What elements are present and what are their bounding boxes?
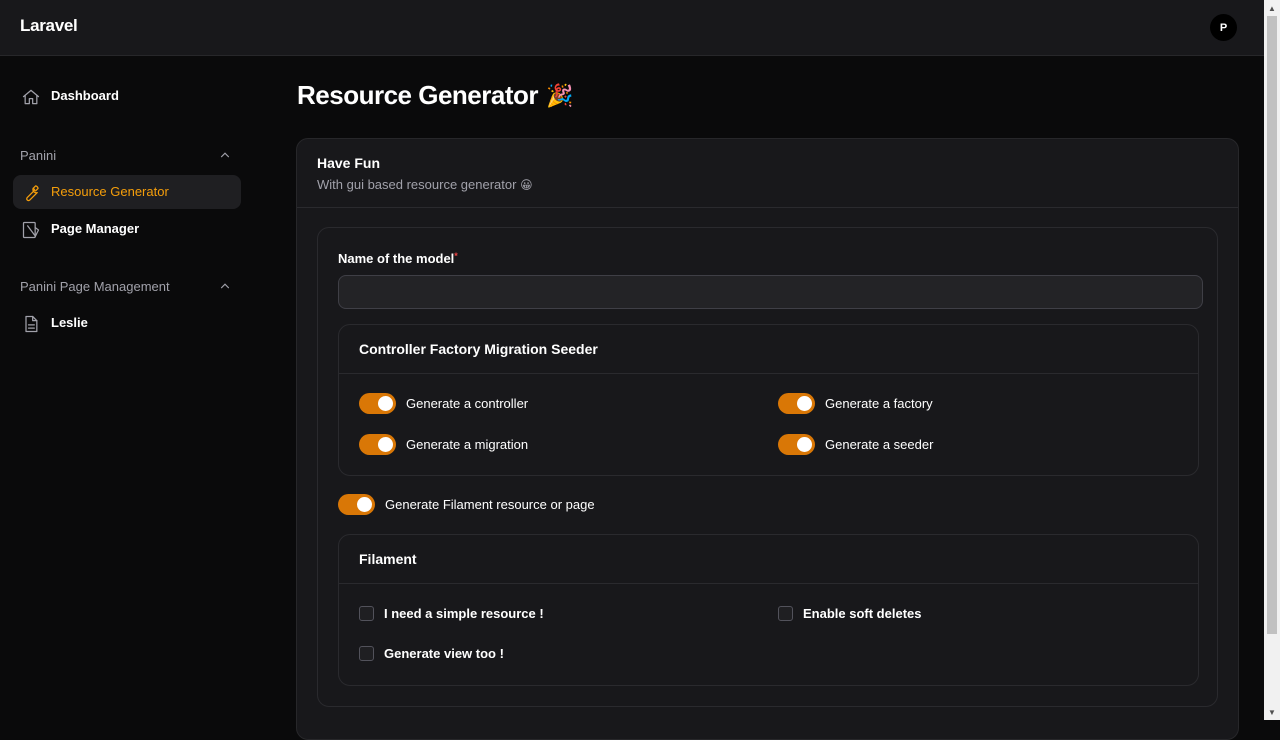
- factory-toggle[interactable]: [778, 393, 815, 414]
- controller-toggle[interactable]: [359, 393, 396, 414]
- chevron-up-icon[interactable]: [218, 148, 232, 162]
- card-description: With gui based resource generator 😀: [317, 177, 533, 192]
- page-scrollbar[interactable]: ▲ ▼: [1264, 0, 1280, 720]
- form-panel: Name of the model* Controller Factory Mi…: [317, 227, 1218, 707]
- toggle-label: Generate a factory: [825, 396, 933, 411]
- required-mark: *: [454, 251, 458, 261]
- soft-deletes-checkbox-row[interactable]: Enable soft deletes: [778, 606, 921, 621]
- seeder-toggle-row[interactable]: Generate a seeder: [778, 434, 933, 455]
- factory-toggle-row[interactable]: Generate a factory: [778, 393, 933, 414]
- model-name-label: Name of the model*: [338, 251, 458, 266]
- sidebar-item-label: Leslie: [51, 315, 88, 330]
- filament-toggle[interactable]: [338, 494, 375, 515]
- card-description-text: With gui based resource generator: [317, 177, 517, 192]
- sidebar-item-label: Page Manager: [51, 221, 140, 236]
- section-header: Filament: [339, 535, 1198, 584]
- toggle-label: Generate a seeder: [825, 437, 934, 452]
- sidebar-group-panini-page-management[interactable]: Panini Page Management: [20, 279, 170, 294]
- checkbox-label: I need a simple resource !: [384, 606, 544, 621]
- sidebar-item-label: Dashboard: [51, 88, 119, 103]
- simple-resource-checkbox-row[interactable]: I need a simple resource !: [359, 606, 544, 621]
- migration-toggle[interactable]: [359, 434, 396, 455]
- smile-icon: 😀: [520, 178, 533, 192]
- controller-toggle-row[interactable]: Generate a controller: [359, 393, 528, 414]
- soft-deletes-checkbox[interactable]: [778, 606, 793, 621]
- page-title: Resource Generator 🎉: [297, 80, 573, 111]
- section-title: Filament: [359, 551, 417, 567]
- filament-section: Filament I need a simple resource ! Enab…: [338, 534, 1199, 686]
- section-header: Controller Factory Migration Seeder: [339, 325, 1198, 374]
- scroll-down-arrow-icon[interactable]: ▼: [1264, 704, 1280, 720]
- home-icon: [22, 89, 40, 105]
- user-avatar[interactable]: P: [1210, 14, 1237, 41]
- card-title: Have Fun: [317, 155, 381, 171]
- top-bar: Laravel P: [0, 0, 1264, 56]
- toggle-label: Generate a migration: [406, 437, 529, 452]
- document-icon: [25, 315, 38, 333]
- card-header: Have Fun With gui based resource generat…: [297, 139, 1238, 208]
- toggle-label: Generate a controller: [406, 396, 529, 411]
- brand-logo[interactable]: Laravel: [20, 16, 78, 36]
- model-name-label-text: Name of the model: [338, 251, 455, 266]
- cfms-section: Controller Factory Migration Seeder Gene…: [338, 324, 1199, 476]
- scroll-thumb[interactable]: [1267, 16, 1277, 634]
- checkbox-label: Generate view too !: [384, 646, 504, 661]
- sidebar-item-resource-generator[interactable]: Resource Generator: [13, 175, 241, 209]
- scroll-up-arrow-icon[interactable]: ▲: [1264, 0, 1280, 16]
- page-manager-icon: [22, 221, 40, 239]
- generator-card: Have Fun With gui based resource generat…: [296, 138, 1239, 740]
- generate-view-checkbox-row[interactable]: Generate view too !: [359, 646, 504, 661]
- toggle-label: Generate Filament resource or page: [385, 497, 595, 512]
- sidebar-item-page-manager[interactable]: Page Manager: [13, 212, 241, 246]
- section-title: Controller Factory Migration Seeder: [359, 341, 598, 357]
- wrench-icon: [26, 185, 39, 202]
- seeder-toggle[interactable]: [778, 434, 815, 455]
- generate-view-checkbox[interactable]: [359, 646, 374, 661]
- filament-toggle-row[interactable]: Generate Filament resource or page: [338, 494, 595, 515]
- page-title-text: Resource Generator: [297, 80, 538, 110]
- checkbox-label: Enable soft deletes: [803, 606, 922, 621]
- sidebar: Dashboard Panini Resource Generator Page…: [0, 56, 260, 720]
- sidebar-item-leslie[interactable]: Leslie: [13, 306, 241, 340]
- chevron-up-icon[interactable]: [218, 279, 232, 293]
- party-popper-icon: 🎉: [545, 82, 573, 108]
- sidebar-group-panini[interactable]: Panini: [20, 148, 56, 163]
- sidebar-item-label: Resource Generator: [51, 184, 169, 199]
- sidebar-item-dashboard[interactable]: Dashboard: [13, 79, 241, 113]
- migration-toggle-row[interactable]: Generate a migration: [359, 434, 528, 455]
- simple-resource-checkbox[interactable]: [359, 606, 374, 621]
- model-name-input[interactable]: [338, 275, 1203, 309]
